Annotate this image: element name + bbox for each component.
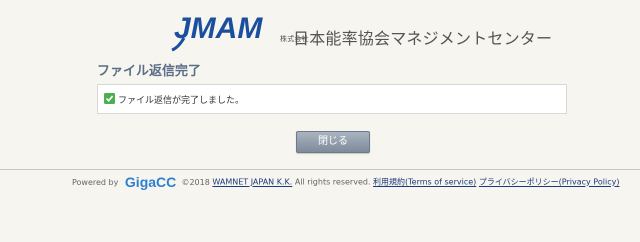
- company-prefix: 株式会社: [280, 35, 309, 43]
- page-title: ファイル返信完了: [97, 64, 202, 79]
- company-link[interactable]: WAMNET JAPAN K.K.: [212, 178, 292, 187]
- copyright-prefix: ©2018: [181, 177, 213, 187]
- message-text: ファイル返信が完了しました。: [118, 96, 245, 106]
- company-name: 日本能率協会マネジメントセンター: [293, 29, 553, 48]
- header: JMAM 株式会社日本能率協会マネジメントセンター: [0, 0, 640, 58]
- powered-by-label: Powered by: [72, 177, 119, 187]
- footer-divider: [0, 169, 640, 170]
- terms-link[interactable]: 利用規約(Terms of service): [373, 178, 476, 187]
- footer: Powered by GigaCC ©2018 WAMNET JAPAN K.K…: [72, 174, 619, 192]
- svg-text:JMAM: JMAM: [174, 12, 263, 45]
- privacy-link[interactable]: プライバシーポリシー(Privacy Policy): [479, 178, 620, 187]
- message-box: ファイル返信が完了しました。: [97, 84, 567, 114]
- company-name-group: 株式会社日本能率協会マネジメントセンター: [280, 25, 552, 49]
- company-logo: JMAM 株式会社日本能率協会マネジメントセンター: [170, 8, 552, 52]
- jmam-logo-mark: JMAM: [171, 12, 263, 52]
- gigacc-logo-text: GigaCC: [124, 174, 177, 190]
- checkmark-icon: [104, 93, 115, 104]
- rights-text: All rights reserved.: [292, 177, 374, 187]
- gigacc-logo: GigaCC: [125, 174, 177, 190]
- close-button[interactable]: 閉じる: [296, 131, 370, 153]
